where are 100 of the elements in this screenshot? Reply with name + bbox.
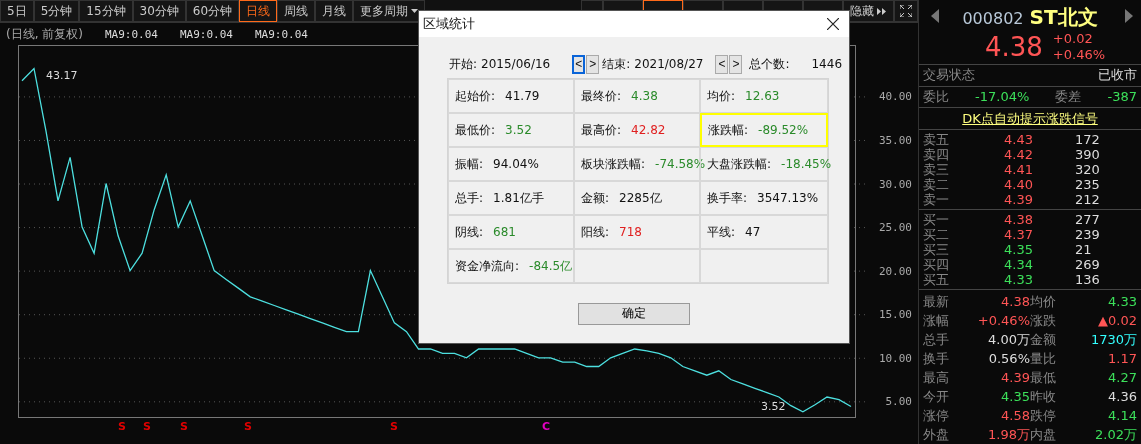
period-tab[interactable]: 日线 <box>239 0 278 22</box>
axis-label: 30.00 <box>878 177 912 191</box>
stat-value: -84.5亿 <box>529 257 573 275</box>
stat-value: 2.02万 <box>1094 425 1137 444</box>
end-date: 2021/08/27 <box>634 57 704 71</box>
stat-label: 今开 <box>923 387 950 406</box>
signal-marker: C <box>542 421 551 432</box>
stat-value: -74.58% <box>655 157 706 171</box>
dialog-title: 区域统计 <box>423 15 475 33</box>
period-tab[interactable]: 5日 <box>0 0 34 22</box>
order-volume: 269 <box>1074 257 1101 272</box>
order-price: 4.33 <box>1003 272 1033 287</box>
stat-label: 跌停 <box>1030 406 1057 425</box>
order-price: 4.35 <box>1003 242 1033 257</box>
stock-code: 000802 <box>962 9 1024 28</box>
signal-marker: S <box>244 421 252 432</box>
status-label: 交易状态 <box>923 66 975 85</box>
stat-value: -18.45% <box>781 157 832 171</box>
order-level-label: 买二 <box>923 227 950 242</box>
order-price: 4.40 <box>1003 177 1033 192</box>
period-tab[interactable]: 60分钟 <box>185 0 240 22</box>
percent-change: +0.46% <box>1052 47 1106 63</box>
stat-value: 3.52 <box>505 123 532 137</box>
order-level-label: 卖三 <box>923 162 950 177</box>
order-level-label: 买三 <box>923 242 950 257</box>
stat-value: 12.63 <box>745 89 780 103</box>
end-label: 结束: <box>602 55 631 73</box>
stat-value: 681 <box>493 225 516 239</box>
caret-icon <box>411 9 419 13</box>
order-volume: 172 <box>1074 132 1101 147</box>
stat-value: ▲0.02 <box>1097 313 1137 328</box>
close-icon[interactable] <box>827 18 839 30</box>
stat-label: 外盘 <box>923 425 950 444</box>
ok-button[interactable]: 确定 <box>578 302 690 325</box>
stat-value: 4.35 <box>1000 389 1030 404</box>
axis-label: 10.00 <box>878 351 912 365</box>
step-button[interactable]: < <box>572 54 586 74</box>
stat-label: 金额 <box>1030 330 1057 349</box>
toolbar-button[interactable]: 隐藏 <box>843 0 894 22</box>
previous-icon[interactable] <box>931 9 939 23</box>
period-tab[interactable]: 30分钟 <box>132 0 186 22</box>
stat-value: 1.98万 <box>987 425 1030 444</box>
fullscreen-icon <box>900 5 912 17</box>
stat-value: +0.46% <box>976 313 1030 328</box>
stat-label: 涨跌 <box>1030 311 1057 330</box>
last-price: 4.38 <box>984 32 1043 62</box>
period-tab[interactable]: 5分钟 <box>33 0 80 22</box>
axis-label: 20.00 <box>878 264 912 278</box>
count-value: 1446 <box>811 57 843 71</box>
axis-label: 25.00 <box>878 221 912 235</box>
stat-value: 4.33 <box>1107 294 1137 309</box>
signal-link[interactable]: DK点自动提示涨跌信号 <box>962 109 1098 128</box>
period-tab[interactable]: 15分钟 <box>79 0 133 22</box>
stat-label: 最高价: <box>581 121 622 139</box>
step-button[interactable]: > <box>586 54 600 74</box>
order-volume: 277 <box>1074 212 1101 227</box>
stat-label: 总手 <box>923 330 950 349</box>
ma-value: MA9:0.04 <box>254 27 308 41</box>
stat-label: 涨停 <box>923 406 950 425</box>
diff-label: 委差 <box>1055 87 1082 106</box>
fullscreen-button[interactable] <box>894 0 918 22</box>
stat-label: 换手 <box>923 349 950 368</box>
next-icon[interactable] <box>1125 9 1133 23</box>
stat-value: 4.36 <box>1107 389 1137 404</box>
period-tab[interactable]: 周线 <box>277 0 316 22</box>
stat-value: 2285亿 <box>619 189 662 207</box>
order-level-label: 卖二 <box>923 177 950 192</box>
stat-value: 4.38 <box>1000 294 1030 309</box>
stat-value: 4.39 <box>1000 370 1030 385</box>
order-level-label: 卖四 <box>923 147 950 162</box>
order-volume: 239 <box>1074 227 1101 242</box>
stat-value: -89.52% <box>758 123 809 137</box>
signal-marker: S <box>180 421 188 432</box>
period-tab[interactable]: 月线 <box>315 0 354 22</box>
double-arrow-icon <box>877 7 887 15</box>
stat-value: 4.00万 <box>987 330 1030 349</box>
status-value: 已收市 <box>1098 66 1137 85</box>
step-button[interactable]: < <box>715 54 729 74</box>
stat-label: 最高 <box>923 368 950 387</box>
order-volume: 212 <box>1074 192 1101 207</box>
order-level-label: 卖五 <box>923 132 950 147</box>
order-price: 4.43 <box>1003 132 1033 147</box>
start-label: 开始: <box>449 55 478 73</box>
axis-label: 40.00 <box>878 90 912 104</box>
axis-label: 15.00 <box>878 308 912 322</box>
order-volume: 235 <box>1074 177 1101 192</box>
stat-value: 3547.13% <box>757 191 819 205</box>
order-volume: 136 <box>1074 272 1101 287</box>
order-level-label: 买五 <box>923 272 950 287</box>
step-button[interactable]: > <box>729 54 743 74</box>
stat-label: 涨跌幅: <box>708 121 749 139</box>
stat-value: 47 <box>745 225 761 239</box>
stat-label: 内盘 <box>1030 425 1057 444</box>
order-level-label: 卖一 <box>923 192 950 207</box>
stat-value: 94.04% <box>493 157 539 171</box>
stat-label: 资金净流向: <box>455 257 520 275</box>
stat-value: 718 <box>619 225 642 239</box>
stat-label: 起始价: <box>455 87 496 105</box>
order-level-label: 买一 <box>923 212 950 227</box>
stat-label: 大盘涨跌幅: <box>707 155 772 173</box>
